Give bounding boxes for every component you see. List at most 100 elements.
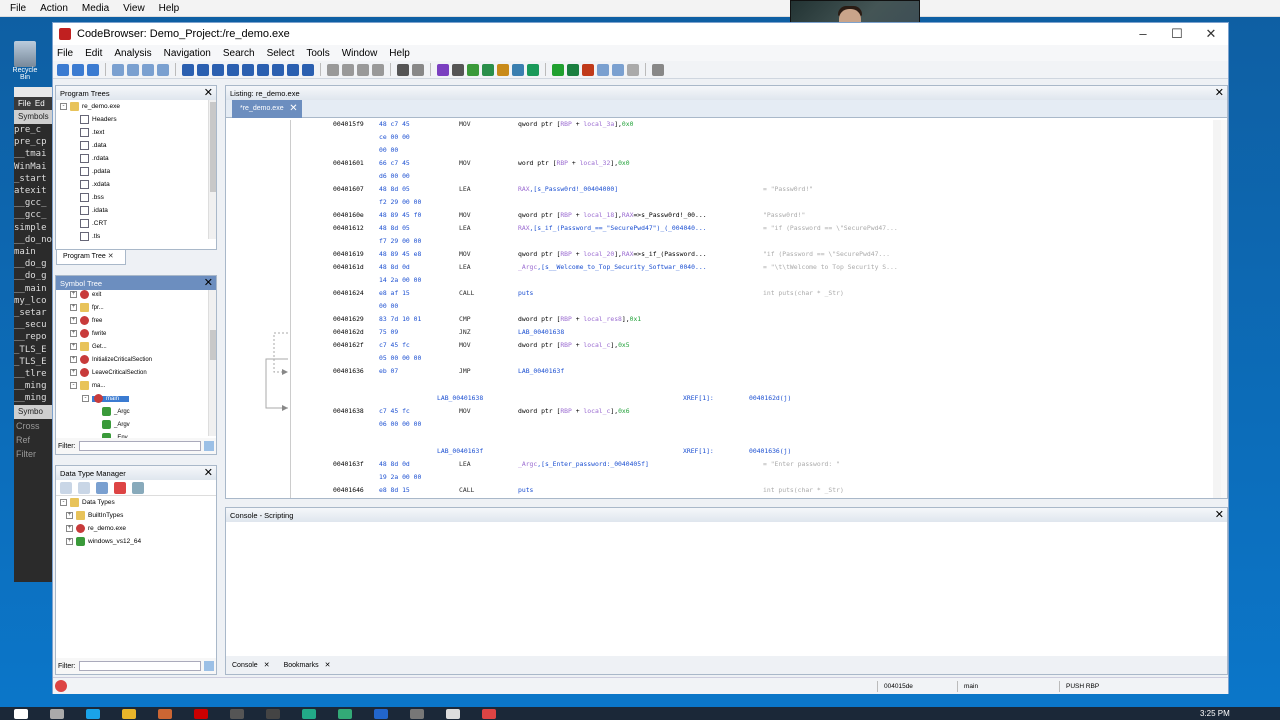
instruction-address[interactable]: 004015f9: [333, 120, 364, 128]
instruction-mnemonic[interactable]: LEA: [459, 224, 471, 232]
tree-item[interactable]: Headers: [60, 113, 216, 126]
back-icon[interactable]: [60, 481, 72, 494]
instruction-operands[interactable]: RAX,[s_if_(Password_==_"SecurePwd47")_(_…: [518, 224, 707, 232]
toolbar-icon[interactable]: [372, 63, 384, 76]
instruction-mnemonic[interactable]: MOV: [459, 250, 471, 258]
bg-symbol-row[interactable]: __ming: [14, 392, 54, 404]
datatype-item[interactable]: + windows_vs12_64: [60, 535, 216, 548]
toolbar-icon[interactable]: [412, 63, 424, 76]
instruction-address[interactable]: 0040163f: [333, 460, 364, 468]
close-icon[interactable]: ✕: [204, 86, 213, 100]
tab-program-tree[interactable]: Program Tree ✕: [56, 249, 126, 265]
bg-symbol-row[interactable]: atexit: [14, 185, 54, 197]
taskbar-app-icon[interactable]: [338, 709, 352, 719]
taskbar-app-icon[interactable]: [410, 709, 424, 719]
instruction-address[interactable]: 0040162d: [333, 328, 364, 336]
host-menu-view[interactable]: View: [123, 3, 145, 14]
maximize-button[interactable]: ☐: [1160, 23, 1194, 45]
instruction-address[interactable]: 00401636: [333, 367, 364, 375]
minimize-button[interactable]: –: [1126, 23, 1160, 45]
dtm-filter-input[interactable]: [78, 661, 201, 671]
host-menu-media[interactable]: Media: [82, 3, 109, 14]
bg-symbol-row[interactable]: __secu: [14, 319, 54, 331]
instruction-mnemonic[interactable]: MOV: [459, 159, 471, 167]
bg-symbol-row[interactable]: _TLS_E: [14, 344, 54, 356]
datatype-item[interactable]: + BuiltInTypes: [60, 509, 216, 522]
instruction-operands[interactable]: qword ptr [RBP + local_3a],0x0: [518, 120, 633, 128]
instruction-operands[interactable]: dword ptr [RBP + local_c],0x6: [518, 407, 630, 415]
datatype-item[interactable]: - Data Types: [60, 496, 216, 509]
toolbar-icon[interactable]: [87, 63, 99, 76]
instruction-address[interactable]: 00401607: [333, 185, 364, 193]
toolbar-icon[interactable]: [497, 63, 509, 76]
close-icon[interactable]: ✕: [204, 466, 213, 480]
bg-symbol-row[interactable]: __repo: [14, 331, 54, 343]
toolbar-icon[interactable]: [452, 63, 464, 76]
taskbar-app-icon[interactable]: [158, 709, 172, 719]
instruction-address[interactable]: 00401638: [333, 407, 364, 415]
toolbar-icon[interactable]: [482, 63, 494, 76]
instruction-mnemonic[interactable]: LEA: [459, 185, 471, 193]
parameter-item[interactable]: _Argv: [70, 420, 216, 433]
symbol-item-main[interactable]: - main: [70, 394, 216, 407]
toolbar-icon[interactable]: [437, 63, 449, 76]
instruction-operands[interactable]: dword ptr [RBP + local_res8],0x1: [518, 315, 641, 323]
menu-search[interactable]: Search: [223, 48, 255, 59]
menu-file[interactable]: File: [57, 48, 73, 59]
toolbar-icon[interactable]: [627, 63, 639, 76]
toolbar-icon[interactable]: [57, 63, 69, 76]
menu-help[interactable]: Help: [389, 48, 410, 59]
bg-symbol-row[interactable]: my_lco: [14, 295, 54, 307]
bg-symbol-row[interactable]: _start: [14, 173, 54, 185]
console-output[interactable]: [226, 522, 1227, 656]
bg-symbol-row[interactable]: __ming: [14, 380, 54, 392]
toolbar-icon[interactable]: [357, 63, 369, 76]
menu-analysis[interactable]: Analysis: [114, 48, 151, 59]
code-label[interactable]: LAB_0040163f: [437, 447, 483, 455]
instruction-mnemonic[interactable]: MOV: [459, 211, 471, 219]
scrollbar[interactable]: [208, 100, 216, 239]
close-tab-icon[interactable]: ✕: [289, 100, 297, 118]
symbol-item[interactable]: - ma...: [70, 381, 216, 394]
toolbar-icon[interactable]: [612, 63, 624, 76]
menu-window[interactable]: Window: [342, 48, 378, 59]
tree-item[interactable]: .CRT: [60, 217, 216, 230]
instruction-address[interactable]: 00401612: [333, 224, 364, 232]
instruction-operands[interactable]: _Argc,[s_Enter_password:_0040405f]: [518, 460, 649, 468]
taskbar-app-icon[interactable]: [14, 709, 28, 719]
taskbar-app-icon[interactable]: [194, 709, 208, 719]
instruction-address[interactable]: 00401646: [333, 486, 364, 494]
datatype-item[interactable]: + re_demo.exe: [60, 522, 216, 535]
menu-select[interactable]: Select: [267, 48, 295, 59]
toolbar-icon[interactable]: [212, 63, 224, 76]
toolbar-icon[interactable]: [182, 63, 194, 76]
instruction-mnemonic[interactable]: LEA: [459, 263, 471, 271]
toolbar-icon[interactable]: [257, 63, 269, 76]
tree-item[interactable]: .bss: [60, 191, 216, 204]
toolbar-icon[interactable]: [552, 63, 564, 76]
instruction-operands[interactable]: word ptr [RBP + local_32],0x0: [518, 159, 630, 167]
code-label[interactable]: LAB_00401638: [437, 394, 483, 402]
bg-symbol-row[interactable]: __do_g: [14, 258, 54, 270]
instruction-mnemonic[interactable]: LEA: [459, 460, 471, 468]
tree-item[interactable]: .tls: [60, 230, 216, 243]
filter-options-icon[interactable]: [204, 661, 214, 671]
toolbar-icon[interactable]: [582, 63, 594, 76]
bg-symbol-row[interactable]: _setar: [14, 307, 54, 319]
toolbar-icon[interactable]: [527, 63, 539, 76]
delete-icon[interactable]: [114, 481, 126, 494]
menu-edit[interactable]: Edit: [85, 48, 102, 59]
instruction-operands[interactable]: puts: [518, 486, 533, 494]
bg-menu-item[interactable]: File: [18, 99, 31, 108]
instruction-mnemonic[interactable]: JMP: [459, 367, 471, 375]
toolbar-icon[interactable]: [127, 63, 139, 76]
tree-item[interactable]: .data: [60, 139, 216, 152]
instruction-mnemonic[interactable]: CMP: [459, 315, 471, 323]
xref-link[interactable]: 0040162d(j): [749, 394, 791, 402]
bg-symbol-row[interactable]: simple: [14, 222, 54, 234]
taskbar-app-icon[interactable]: [374, 709, 388, 719]
tab-console[interactable]: Console ✕: [232, 661, 270, 669]
tree-root[interactable]: - re_demo.exe: [60, 100, 216, 113]
taskbar-app-icon[interactable]: [302, 709, 316, 719]
instruction-mnemonic[interactable]: MOV: [459, 120, 471, 128]
